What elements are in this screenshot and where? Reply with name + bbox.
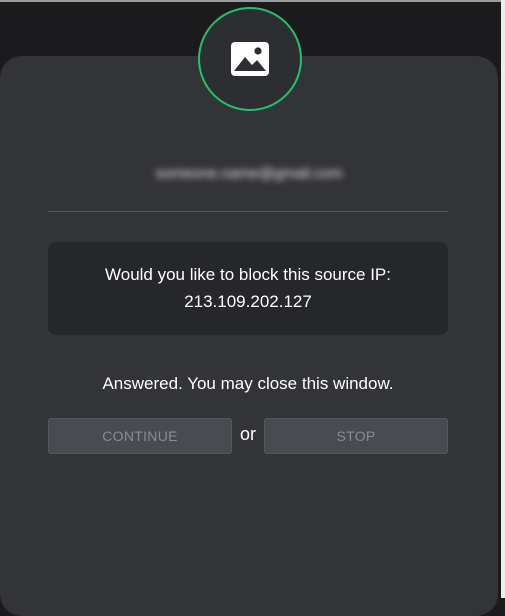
or-separator: or: [239, 424, 256, 444]
image-icon: [231, 42, 269, 76]
user-email: someone.name@gmail.com: [155, 165, 343, 182]
stop-button[interactable]: STOP: [264, 418, 448, 454]
continue-button[interactable]: CONTINUE: [48, 418, 232, 454]
status-message: Answered. You may close this window.: [102, 374, 394, 393]
dialog-card: [0, 56, 498, 616]
prompt-question: Would you like to block this source IP:: [105, 265, 391, 284]
window-right-edge: [501, 0, 505, 598]
avatar: [198, 7, 302, 111]
window-top-border: [0, 0, 505, 2]
prompt-box: Would you like to block this source IP: …: [48, 242, 448, 335]
divider: [48, 211, 448, 212]
prompt-ip: 213.109.202.127: [184, 292, 312, 311]
